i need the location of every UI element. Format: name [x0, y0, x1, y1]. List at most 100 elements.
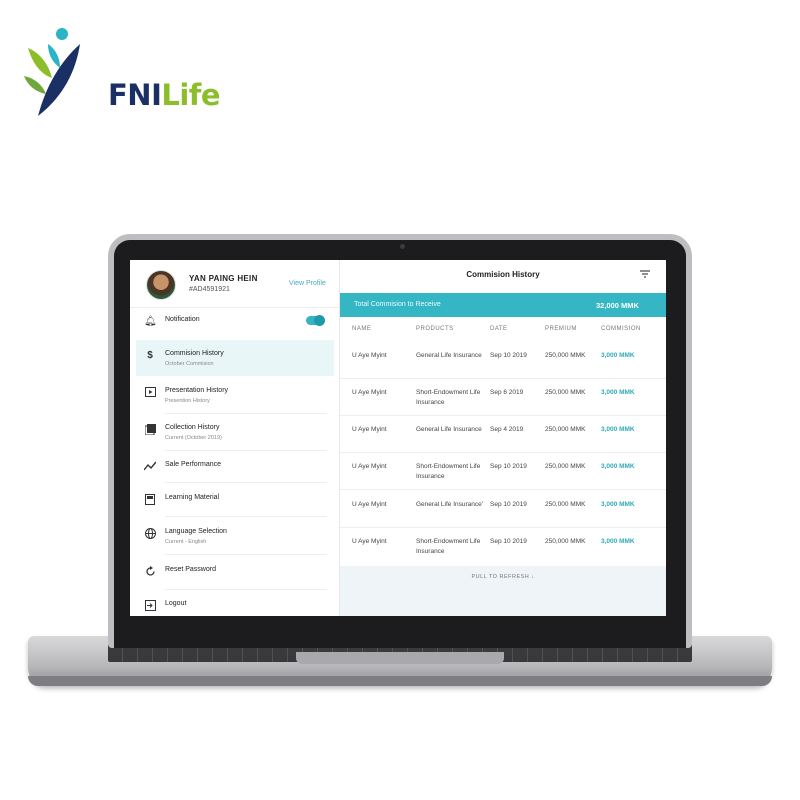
table-row[interactable]: U Aye Myint Short-Endowment Life Insuran… — [340, 528, 666, 565]
table-row[interactable]: U Aye Myint Short-Endowment Life Insuran… — [340, 453, 666, 490]
sidebar-item-learning-material[interactable]: Learning Material — [136, 484, 334, 520]
cell-product: Short-Endowment Life Insurance — [416, 389, 481, 406]
sidebar-item-label: Learning Material — [165, 494, 220, 501]
cell-commision: 3,000 MMK — [601, 463, 635, 470]
cell-name: U Aye Myint — [352, 501, 387, 508]
cell-name: U Aye Myint — [352, 389, 387, 396]
sidebar-item-logout[interactable]: Logout — [136, 590, 334, 616]
total-commision-banner: Total Commision to Receive 32,000 MMK — [340, 293, 666, 317]
leaf-person-icon — [24, 28, 80, 116]
fnilife-logo: FNILife — [24, 26, 221, 118]
webcam — [400, 244, 405, 249]
sidebar-item-sublabel: Presention History — [165, 398, 210, 404]
sidebar-item-label: Sale Performance — [165, 461, 222, 468]
sidebar-item-reset-password[interactable]: Reset Password — [136, 556, 334, 592]
table-row[interactable]: U Aye Myint General Life Insurance Sep 4… — [340, 416, 666, 453]
sidebar-item-label: Collection History — [165, 424, 220, 431]
laptop-notch — [296, 652, 504, 664]
globe-icon — [144, 528, 156, 540]
table-row[interactable]: U Aye Myint Short-Endowment Life Insuran… — [340, 379, 666, 416]
banner-label: Total Commision to Receive — [354, 301, 441, 308]
cell-date: Sep 10 2019 — [490, 352, 527, 359]
app-screen: YAN PAING HEIN #AD4591921 View Profile 🔔… — [130, 260, 666, 616]
cell-date: Sep 10 2019 — [490, 538, 527, 545]
page: FNILife YAN PAING HEIN #AD4591921 View P… — [0, 0, 800, 800]
cell-product: Short-Endowment Life Insurance — [416, 538, 481, 555]
sidebar-item-label: Reset Password — [165, 566, 216, 573]
sidebar-item-presentation-history[interactable]: Presentation History Presention History — [136, 377, 334, 413]
sidebar-item-label: Language Selection — [165, 528, 227, 535]
banner-value: 32,000 MMK — [596, 301, 639, 310]
cell-premium: 250,000 MMK — [545, 426, 586, 433]
presentation-icon — [144, 387, 156, 399]
sidebar: YAN PAING HEIN #AD4591921 View Profile 🔔… — [130, 260, 340, 616]
profile-header: YAN PAING HEIN #AD4591921 View Profile — [130, 260, 340, 308]
sidebar-item-sublabel: Current (October 2019) — [165, 435, 222, 441]
cell-premium: 250,000 MMK — [545, 501, 586, 508]
table-row[interactable]: U Aye Myint General Life Insurance' Sep … — [340, 491, 666, 528]
filter-icon[interactable] — [640, 270, 650, 280]
book-icon — [144, 494, 156, 506]
sidebar-item-label: Logout — [165, 600, 187, 607]
sidebar-item-sublabel: October Commision — [165, 361, 214, 367]
column-header-commision: COMMISION — [601, 326, 641, 332]
page-title: Commision History — [466, 270, 540, 279]
cell-product: General Life Insurance — [416, 426, 482, 433]
cell-premium: 250,000 MMK — [545, 538, 586, 545]
laptop-base-lip — [28, 676, 772, 686]
cell-date: Sep 4 2019 — [490, 426, 524, 433]
cell-name: U Aye Myint — [352, 352, 387, 359]
column-header-premium: PREMIUM — [545, 326, 577, 332]
column-header-date: DATE — [490, 326, 508, 332]
sidebar-item-sublabel: Current - English — [165, 539, 207, 545]
laptop-lid: YAN PAING HEIN #AD4591921 View Profile 🔔… — [108, 234, 692, 648]
cell-name: U Aye Myint — [352, 463, 387, 470]
cell-date: Sep 10 2019 — [490, 463, 527, 470]
logo-life-text: Life — [161, 78, 221, 112]
cell-commision: 3,000 MMK — [601, 538, 635, 545]
reset-icon — [144, 566, 156, 578]
sidebar-item-collection-history[interactable]: Collection History Current (October 2019… — [136, 414, 334, 450]
user-id: #AD4591921 — [189, 286, 230, 293]
logo-fni-text: FNI — [108, 78, 162, 112]
user-name: YAN PAING HEIN — [189, 274, 258, 283]
toggle-knob — [314, 315, 325, 326]
view-profile-link[interactable]: View Profile — [289, 280, 326, 287]
cell-commision: 3,000 MMK — [601, 426, 635, 433]
divider — [165, 482, 327, 483]
notification-toggle[interactable] — [306, 315, 325, 326]
column-header-name: NAME — [352, 326, 372, 332]
dollar-icon: $ — [147, 350, 153, 361]
sidebar-item-commision-history[interactable]: $ Commision History October Commision — [136, 340, 334, 376]
cell-date: Sep 10 2019 — [490, 501, 527, 508]
avatar[interactable] — [146, 270, 176, 300]
trend-icon — [143, 461, 157, 473]
sidebar-item-language-selection[interactable]: Language Selection Current - English — [136, 518, 334, 554]
cell-product: General Life Insurance — [416, 352, 482, 359]
logout-icon — [144, 600, 156, 612]
cell-name: U Aye Myint — [352, 426, 387, 433]
cell-product: Short-Endowment Life Insurance — [416, 463, 481, 480]
cell-commision: 3,000 MMK — [601, 389, 635, 396]
sidebar-item-label: Commision History — [165, 350, 224, 357]
cell-premium: 250,000 MMK — [545, 463, 586, 470]
column-header-products: PRODUCTS — [416, 326, 454, 332]
pull-to-refresh[interactable]: PULL TO REFRESH ↓ — [340, 574, 666, 580]
bell-icon: 🔔︎ — [144, 316, 157, 327]
cell-name: U Aye Myint — [352, 538, 387, 545]
sidebar-item-notification[interactable]: 🔔︎ Notification — [136, 306, 334, 342]
divider — [165, 516, 327, 517]
cell-date: Sep 6 2019 — [490, 389, 524, 396]
cell-commision: 3,000 MMK — [601, 501, 635, 508]
cell-product: General Life Insurance' — [416, 501, 484, 508]
table-row[interactable]: U Aye Myint General Life Insurance Sep 1… — [340, 342, 666, 379]
cell-premium: 250,000 MMK — [545, 352, 586, 359]
divider — [165, 554, 327, 555]
cell-premium: 250,000 MMK — [545, 389, 586, 396]
refresh-footer: PULL TO REFRESH ↓ — [340, 566, 666, 616]
sidebar-item-label: Notification — [165, 316, 200, 323]
gallery-icon — [144, 424, 156, 436]
cell-commision: 3,000 MMK — [601, 352, 635, 359]
main-panel: Commision History Total Commision to Rec… — [340, 260, 666, 616]
sidebar-item-label: Presentation History — [165, 387, 229, 394]
